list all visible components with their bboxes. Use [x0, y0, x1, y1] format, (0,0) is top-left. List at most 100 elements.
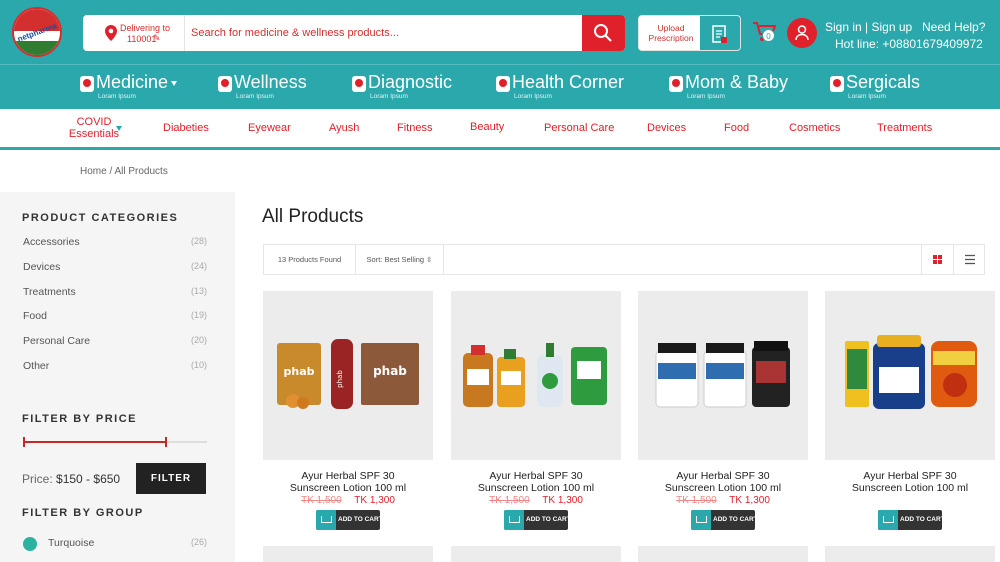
subcategory-nav: COVID Essentials Diabeties Eyewear Ayush…	[0, 109, 1000, 150]
nav-wellness[interactable]: Wellness Loram Ipsum	[218, 72, 318, 104]
product-name-line1: Ayur Herbal SPF 30	[489, 470, 583, 482]
search-button[interactable]	[582, 15, 625, 51]
product-name-line1: Ayur Herbal SPF 30	[676, 470, 770, 482]
add-to-cart-button[interactable]: ADD TO CART	[878, 510, 945, 530]
nav-medicine[interactable]: Medicine Loram Ipsum	[80, 72, 180, 104]
group-count: (26)	[190, 537, 207, 547]
diagnostic-icon	[352, 76, 366, 92]
filter-button[interactable]: FILTER	[136, 463, 206, 494]
add-to-cart-label: ADD TO CART	[526, 516, 571, 523]
dettol-bottles-icon[interactable]	[451, 291, 621, 460]
search-icon	[594, 24, 612, 42]
product-name[interactable]: Ayur Herbal SPF 30 Sunscreen Lotion 100 …	[451, 470, 621, 494]
product-image-supplements	[655, 341, 790, 408]
list-view-icon	[965, 254, 975, 265]
new-price: TK 1,300	[354, 495, 395, 506]
nav-health-corner-sub: Loram Ipsum	[514, 93, 552, 100]
user-account-button[interactable]	[787, 18, 817, 48]
upload-prescription-button[interactable]: Upload Prescription	[638, 15, 741, 51]
subnav-treatments[interactable]: Treatments	[877, 122, 932, 134]
nav-sergicals[interactable]: Sergicals Loram Ipsum	[830, 72, 930, 104]
category-item-food[interactable]: Food (19)	[23, 310, 207, 322]
product-card-image-partial[interactable]	[638, 546, 808, 562]
nav-mom-baby[interactable]: Mom & Baby Loram Ipsum	[669, 72, 789, 104]
delivery-label: Delivering to	[120, 23, 171, 33]
sergicals-icon	[830, 76, 844, 92]
add-to-cart-label: ADD TO CART	[900, 516, 945, 523]
subnav-fitness[interactable]: Fitness	[397, 122, 432, 134]
add-to-cart-button[interactable]: ADD TO CART	[316, 510, 383, 530]
add-to-cart-button[interactable]: ADD TO CART	[691, 510, 758, 530]
product-card-image-partial[interactable]	[825, 546, 995, 562]
product-card[interactable]: Ayur Herbal SPF 30 Sunscreen Lotion 100 …	[451, 291, 621, 536]
subnav-beauty[interactable]: Beauty	[470, 121, 504, 133]
product-card[interactable]: Ayur Herbal SPF 30 Sunscreen Lotion 100 …	[638, 291, 808, 536]
sort-dropdown[interactable]: Sort: Best Selling ⇳	[356, 245, 444, 274]
price-label: Price:	[22, 472, 53, 486]
category-count: (13)	[190, 286, 207, 296]
pencil-edit-icon[interactable]: ✎	[153, 33, 161, 44]
filter-sidebar: PRODUCT CATEGORIES Accessories (28) Devi…	[0, 192, 235, 562]
health-corner-icon	[496, 76, 510, 92]
add-to-cart-button[interactable]: ADD TO CART	[504, 510, 571, 530]
product-toolbar: 13 Products Found Sort: Best Selling ⇳	[263, 244, 985, 275]
price-range-value: $150 - $650	[56, 472, 121, 486]
cart-icon	[878, 510, 898, 530]
grid-view-button[interactable]	[921, 245, 953, 274]
subnav-ayush[interactable]: Ayush	[329, 122, 359, 134]
product-card-image-partial[interactable]	[451, 546, 621, 562]
product-card[interactable]: phab phab phab Ayur Herbal SPF 30 Sunscr…	[263, 291, 433, 536]
covid-line1: COVID	[76, 116, 112, 128]
supplement-jars-icon[interactable]	[638, 291, 808, 460]
price-slider-min-handle[interactable]	[23, 437, 25, 447]
subnav-cosmetics[interactable]: Cosmetics	[789, 122, 840, 134]
price-slider-max-handle[interactable]	[165, 437, 167, 447]
subnav-covid-essentials[interactable]: COVID Essentials	[68, 116, 120, 140]
location-pin-icon	[105, 25, 117, 41]
delivery-location[interactable]: Delivering to 110001 ✎	[83, 15, 185, 51]
nav-health-corner-label: Health Corner	[512, 72, 625, 92]
subnav-diabeties[interactable]: Diabeties	[163, 122, 209, 134]
netpharma-logo[interactable]: netpharma	[12, 7, 62, 57]
search-input[interactable]	[191, 21, 571, 45]
list-view-button[interactable]	[953, 245, 985, 274]
color-swatch	[23, 537, 37, 551]
product-name-line2: Sunscreen Lotion 100 ml	[289, 482, 407, 494]
product-image-srisri	[845, 335, 977, 409]
product-card[interactable]: Ayur Herbal SPF 30 Sunscreen Lotion 100 …	[825, 291, 995, 536]
srisri-jars-icon[interactable]	[825, 291, 995, 460]
nav-medicine-label: Medicine	[96, 72, 169, 92]
covid-line2: Essentials	[68, 128, 120, 140]
subnav-eyewear[interactable]: Eyewear	[248, 122, 291, 134]
nav-health-corner[interactable]: Health Corner Loram Ipsum	[496, 72, 626, 104]
signin-signup-link[interactable]: Sign in | Sign up	[825, 20, 912, 34]
category-item-personal-care[interactable]: Personal Care (20)	[23, 335, 207, 347]
svg-text:phab: phab	[336, 370, 344, 388]
product-name[interactable]: Ayur Herbal SPF 30 Sunscreen Lotion 100 …	[825, 470, 995, 494]
phab-pack-icon[interactable]: phab phab phab	[263, 291, 433, 460]
subnav-devices[interactable]: Devices	[647, 122, 686, 134]
product-name-line2: Sunscreen Lotion 100 ml	[851, 482, 969, 494]
category-count: (10)	[190, 360, 207, 370]
need-help-link[interactable]: Need Help?	[922, 20, 985, 34]
product-prices: TK 1,500 TK 1,300	[263, 495, 433, 506]
nav-diagnostic[interactable]: Diagnostic Loram Ipsum	[352, 72, 462, 104]
category-item-other[interactable]: Other (10)	[23, 360, 207, 372]
subnav-food[interactable]: Food	[724, 122, 749, 134]
group-item-turquoise[interactable]: Turquoise (26)	[23, 537, 207, 551]
product-name[interactable]: Ayur Herbal SPF 30 Sunscreen Lotion 100 …	[638, 470, 808, 494]
category-count: (28)	[190, 236, 207, 246]
old-price: TK 1,500	[676, 495, 717, 506]
subnav-personal-care[interactable]: Personal Care	[544, 122, 614, 134]
price-slider[interactable]	[23, 437, 207, 447]
price-slider-fill	[23, 441, 167, 443]
category-item-accessories[interactable]: Accessories (28)	[23, 236, 207, 248]
category-item-devices[interactable]: Devices (24)	[23, 261, 207, 273]
category-label: Accessories	[23, 236, 80, 248]
price-range-text: Price: $150 - $650	[22, 472, 120, 486]
category-item-treatments[interactable]: Treatments (13)	[23, 286, 207, 298]
product-card-image-partial[interactable]	[263, 546, 433, 562]
filter-by-price-heading: FILTER BY PRICE	[22, 413, 137, 425]
breadcrumb[interactable]: Home / All Products	[80, 166, 168, 177]
product-name[interactable]: Ayur Herbal SPF 30 Sunscreen Lotion 100 …	[263, 470, 433, 494]
